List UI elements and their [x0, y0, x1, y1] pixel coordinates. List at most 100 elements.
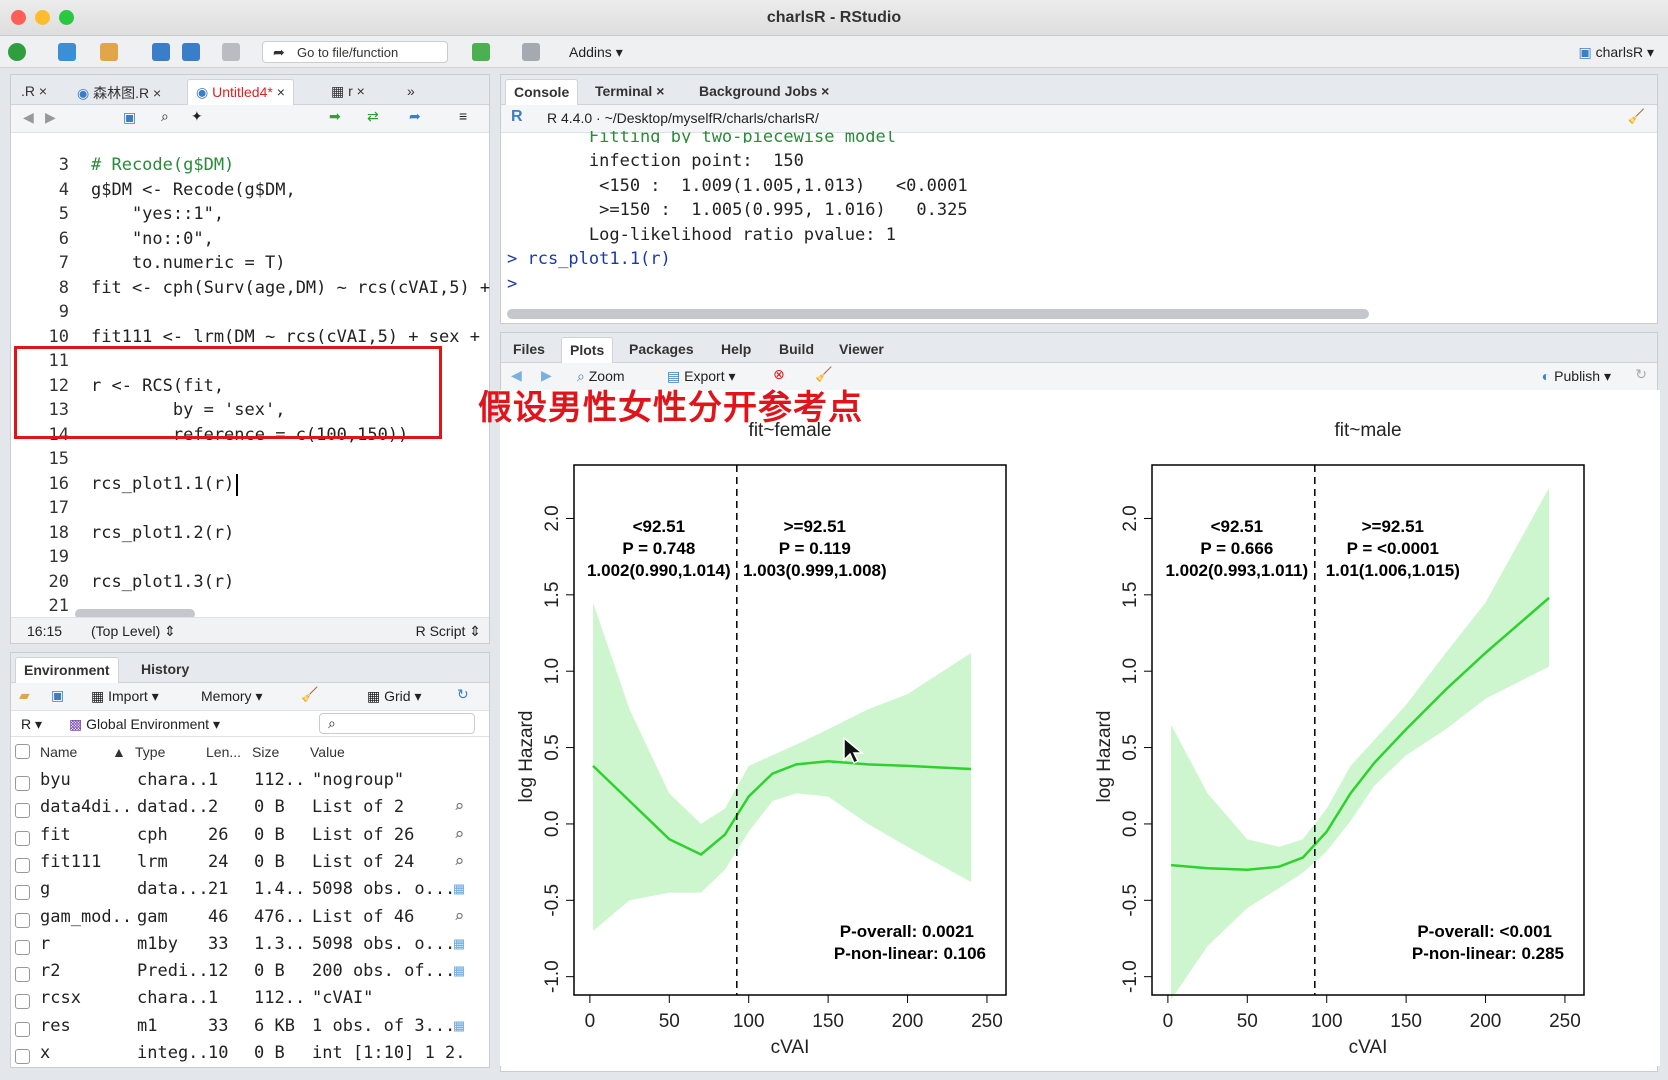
open-file-icon[interactable]	[100, 43, 118, 61]
editor-tab-4[interactable]: ▦ r ×	[323, 79, 373, 105]
editor-tab-1[interactable]: .R ×	[13, 79, 55, 105]
env-row[interactable]: gam_mod... gam 46 476... List of 46 ⌕	[10, 905, 464, 932]
language-select[interactable]: R ▾	[21, 716, 42, 733]
env-row[interactable]: rcsx chara...1 112... "cVAI"	[10, 986, 454, 1013]
env-cell-len: 12	[208, 961, 229, 982]
tab-environment[interactable]: Environment	[15, 657, 119, 683]
refresh-plot-icon[interactable]: ↻	[1635, 366, 1647, 383]
env-col-size[interactable]: Size	[252, 744, 279, 760]
env-cell-value: 200 obs. of...	[312, 961, 456, 982]
env-row[interactable]: g data....21 1.4... 5098 obs. o...▦	[10, 877, 464, 904]
import-dataset-button[interactable]: ▦ Import ▾	[91, 688, 159, 705]
file-type-indicator[interactable]: R Script ⇕	[416, 623, 481, 640]
tab-viewer[interactable]: Viewer	[831, 337, 892, 363]
clear-console-icon[interactable]: 🧹	[1628, 108, 1645, 125]
env-row[interactable]: byu chara...1 112... "nogroup"	[10, 768, 454, 795]
env-row-checkbox[interactable]	[15, 857, 30, 873]
tab-jobs-label: Background Jobs	[699, 83, 818, 99]
new-file-icon[interactable]	[8, 43, 26, 61]
pane-layout-icon[interactable]	[522, 43, 540, 61]
env-row[interactable]: x integ...10 0 B int [1:10] 1 2...	[10, 1041, 462, 1068]
inspect-icon[interactable]: ⌕	[454, 797, 464, 817]
view-data-icon[interactable]: ▦	[454, 934, 464, 954]
tab-terminal[interactable]: Terminal ×	[587, 79, 672, 105]
line-number: 10	[48, 326, 69, 347]
tab-history[interactable]: History	[133, 657, 197, 683]
more-tabs-button[interactable]: »	[399, 79, 423, 105]
env-row[interactable]: res m1 33 6 KB 1 obs. of 3... ▦	[10, 1014, 464, 1041]
env-col-checkbox[interactable]	[15, 744, 30, 759]
new-project-icon[interactable]	[58, 43, 76, 61]
view-data-icon[interactable]: ▦	[454, 961, 464, 981]
project-menu[interactable]: ▣ charlsR ▾	[1578, 44, 1654, 61]
save-file-icon[interactable]: ▣	[123, 109, 136, 126]
run-icon[interactable]: ➡	[329, 108, 341, 125]
load-workspace-icon[interactable]: ▰	[19, 687, 30, 704]
env-row[interactable]: fit cph 26 0 B List of 26 ⌕	[10, 823, 464, 850]
grid-view-menu[interactable]: ▦ Grid ▾	[367, 688, 422, 705]
env-col-value[interactable]: Value	[310, 744, 345, 760]
tab-packages[interactable]: Packages	[621, 337, 702, 363]
view-data-icon[interactable]: ▦	[454, 1016, 464, 1036]
inspect-icon[interactable]: ⌕	[454, 907, 464, 927]
line-number: 18	[48, 522, 69, 543]
print-icon[interactable]	[222, 43, 240, 61]
view-data-icon[interactable]: ▦	[454, 879, 464, 899]
source-icon[interactable]: ➦	[409, 108, 421, 125]
addins-menu[interactable]: Addins ▾	[569, 44, 623, 61]
x-tick-label: 150	[812, 1011, 844, 1032]
memory-menu[interactable]: Memory ▾	[201, 688, 262, 705]
editor-tab-2[interactable]: ◉ 森林图.R ×	[69, 79, 169, 105]
tab-plots[interactable]: Plots	[561, 337, 614, 363]
outline-icon[interactable]: ≡	[459, 108, 467, 124]
env-row[interactable]: data4di... datad...2 0 B List of 2 ⌕	[10, 795, 464, 822]
console-output[interactable]: Fitting by two-piecewise model infection…	[507, 131, 968, 296]
forward-icon[interactable]: ▶	[45, 109, 56, 126]
tab-help[interactable]: Help	[713, 337, 759, 363]
goto-label: Go to file/function	[297, 45, 399, 60]
env-row-checkbox[interactable]	[15, 994, 30, 1010]
env-row[interactable]: fit111 lrm 24 0 B List of 24 ⌕	[10, 850, 464, 877]
env-col-len[interactable]: Len...	[206, 744, 241, 760]
env-col-type[interactable]: Type	[135, 744, 165, 760]
env-cell-name: gam_mod...	[40, 906, 130, 927]
tab-build[interactable]: Build	[771, 337, 822, 363]
vcs-icon[interactable]	[472, 43, 490, 61]
env-row-checkbox[interactable]	[15, 912, 30, 928]
y-tick-label: 0.5	[542, 734, 563, 760]
rerun-icon[interactable]: ⇄	[367, 108, 379, 125]
publish-menu[interactable]: ◐ Publish ▾	[1542, 368, 1611, 385]
goto-file-input[interactable]: ➦ Go to file/function	[262, 41, 448, 63]
env-row-checkbox[interactable]	[15, 1049, 30, 1064]
console-hscrollbar[interactable]	[507, 309, 1369, 319]
env-row[interactable]: r2 Predi...12 0 B 200 obs. of...▦	[10, 959, 464, 986]
env-row-checkbox[interactable]	[15, 776, 30, 791]
scope-indicator[interactable]: (Top Level) ⇕	[91, 623, 176, 640]
scope-select[interactable]: ▩ Global Environment ▾	[69, 716, 220, 733]
env-row[interactable]: r m1by 33 1.3... 5098 obs. o...▦	[10, 932, 464, 959]
inspect-icon[interactable]: ⌕	[454, 825, 464, 845]
back-icon[interactable]: ◀	[23, 109, 34, 126]
clear-broom-icon[interactable]: 🧹	[301, 686, 318, 703]
save-all-icon[interactable]	[182, 43, 200, 61]
env-row-checkbox[interactable]	[15, 830, 30, 846]
wand-icon[interactable]: ✦	[191, 108, 203, 125]
env-row-checkbox[interactable]	[15, 1021, 30, 1037]
env-cell-value: "cVAI"	[312, 988, 374, 1009]
env-row-checkbox[interactable]	[15, 803, 30, 819]
inspect-icon[interactable]: ⌕	[454, 852, 464, 872]
tab-files[interactable]: Files	[505, 337, 553, 363]
search-icon[interactable]: ⌕	[161, 108, 169, 125]
refresh-env-icon[interactable]: ↻	[457, 686, 469, 703]
env-row-checkbox[interactable]	[15, 939, 30, 955]
save-icon[interactable]	[152, 43, 170, 61]
tab-console[interactable]: Console	[505, 79, 579, 105]
save-workspace-icon[interactable]: ▣	[51, 687, 64, 704]
env-cell-value: 1 obs. of 3...	[312, 1015, 456, 1036]
env-row-checkbox[interactable]	[15, 885, 30, 901]
editor-tab-3[interactable]: ◉ Untitled4* ×	[187, 79, 294, 105]
tab-background-jobs[interactable]: Background Jobs ×	[691, 79, 837, 105]
env-col-name[interactable]: Name	[40, 744, 77, 760]
env-search-input[interactable]: ⌕	[319, 713, 475, 734]
env-row-checkbox[interactable]	[15, 967, 30, 983]
